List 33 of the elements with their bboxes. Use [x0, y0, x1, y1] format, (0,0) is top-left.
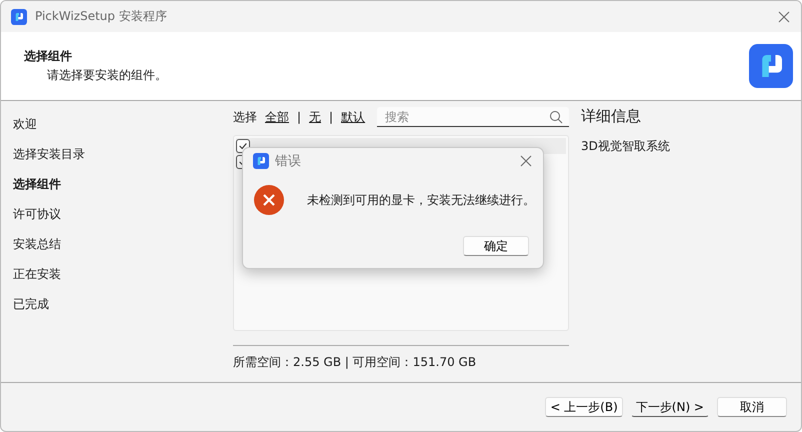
close-icon[interactable]	[777, 10, 791, 24]
ok-button[interactable]: 确定	[463, 236, 529, 256]
step-item: 选择组件	[13, 176, 62, 193]
step-item: 正在安装	[13, 266, 62, 283]
step-item: 欢迎	[13, 116, 38, 133]
select-link[interactable]: 全部	[265, 108, 289, 126]
search-icon	[549, 110, 563, 124]
wizard-button[interactable]: < 上一步(B)	[545, 397, 623, 417]
details-title: 详细信息	[581, 107, 642, 126]
step-item: 许可协议	[13, 206, 62, 223]
page-subtitle: 请选择要安装的组件。	[46, 67, 168, 84]
error-message: 未检测到可用的显卡，安装无法继续进行。	[307, 192, 535, 208]
window-title: PickWizSetup 安装程序	[35, 8, 168, 25]
app-logo-icon	[749, 44, 793, 88]
app-logo-icon	[11, 8, 27, 24]
details-text: 3D视觉智取系统	[581, 138, 671, 155]
space-info: 所需空间：2.55 GB | 可用空间：151.70 GB	[233, 345, 569, 371]
page-title: 选择组件	[24, 48, 73, 65]
select-label: 选择	[233, 108, 257, 126]
select-link[interactable]: 无	[309, 108, 322, 126]
step-item: 安装总结	[13, 236, 62, 253]
select-link[interactable]: 默认	[341, 108, 366, 126]
dialog-title: 错误	[275, 153, 302, 170]
separator-text: |	[297, 110, 302, 124]
search-input[interactable]: 搜索	[383, 108, 549, 124]
wizard-button[interactable]: 取消	[717, 397, 787, 417]
app-logo-icon	[253, 153, 269, 169]
separator-text: |	[329, 110, 334, 124]
step-item: 选择安装目录	[13, 146, 86, 163]
error-icon	[253, 184, 285, 216]
search-field[interactable]: 搜索	[377, 107, 569, 127]
close-icon[interactable]	[519, 154, 533, 168]
step-item: 已完成	[13, 296, 50, 313]
